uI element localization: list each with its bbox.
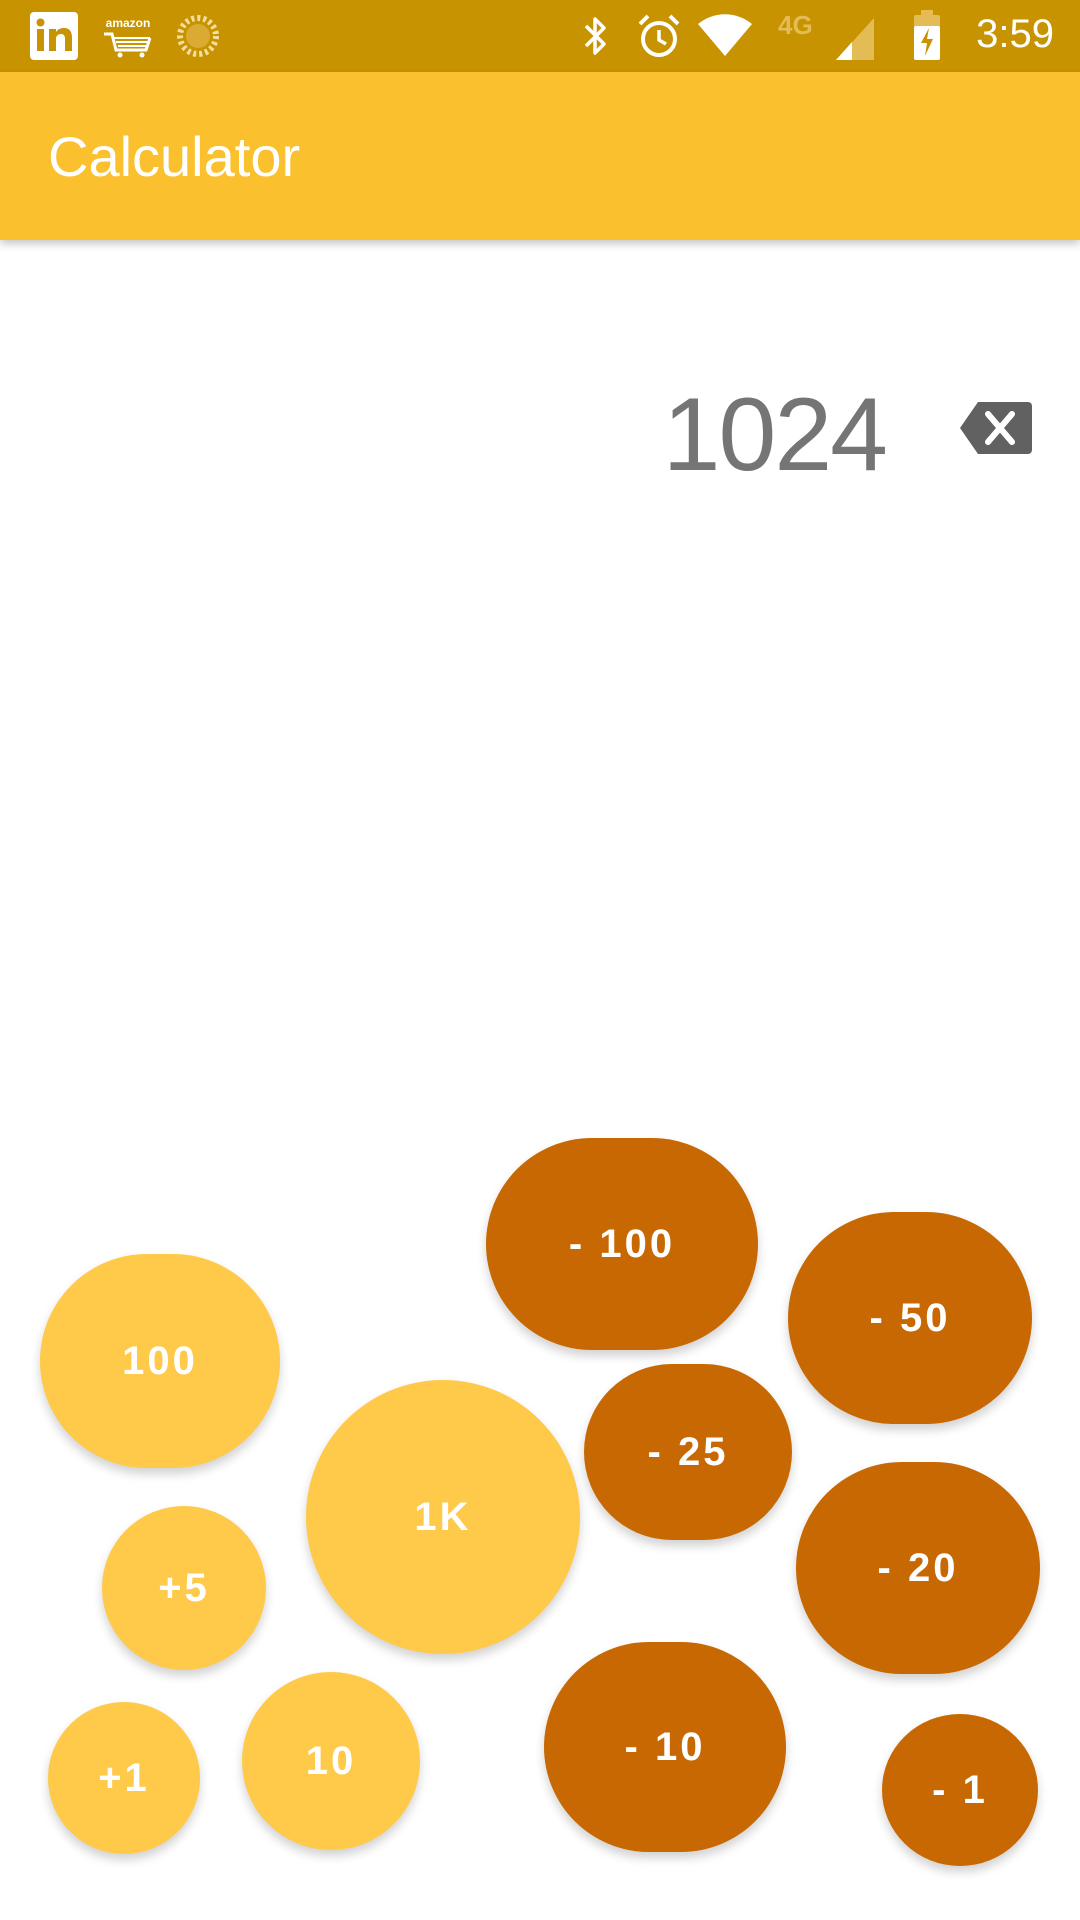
add-1-button[interactable]: +1 (48, 1702, 200, 1854)
subtract-25-button[interactable]: - 25 (584, 1364, 792, 1540)
amazon-label: amazon (105, 16, 151, 30)
wifi-icon (698, 14, 752, 56)
linkedin-icon (30, 12, 78, 60)
status-bar: amazon 4G 3:59 (0, 0, 1080, 72)
add-100-button[interactable]: 100 (40, 1254, 280, 1468)
subtract-20-label: - 20 (877, 1545, 959, 1590)
add-5-label: +5 (158, 1565, 210, 1610)
add-100-label: 100 (122, 1338, 198, 1383)
network-label: 4G (778, 10, 813, 40)
backspace-icon (960, 402, 1032, 454)
add-5-button[interactable]: +5 (102, 1506, 266, 1670)
app-title: Calculator (48, 125, 301, 188)
bluetooth-icon (584, 17, 606, 55)
subtract-25-label: - 25 (647, 1429, 729, 1474)
add-1k-button[interactable]: 1K (306, 1380, 580, 1654)
add-10-label: 10 (305, 1738, 357, 1783)
battery-charging-icon (914, 10, 940, 60)
amazon-icon: amazon (102, 16, 154, 60)
loading-icon (177, 15, 219, 57)
subtract-20-button[interactable]: - 20 (796, 1462, 1040, 1674)
subtract-10-label: - 10 (624, 1724, 706, 1769)
alarm-icon (638, 14, 680, 57)
subtract-50-button[interactable]: - 50 (788, 1212, 1032, 1424)
subtract-100-label: - 100 (568, 1221, 676, 1266)
signal-4g-icon: 4G (776, 10, 874, 62)
display-value: 1024 (662, 377, 888, 493)
subtract-50-label: - 50 (869, 1295, 951, 1340)
app-bar: Calculator (0, 72, 1080, 240)
backspace-button[interactable] (958, 398, 1034, 458)
add-1-label: +1 (98, 1755, 150, 1800)
subtract-1-button[interactable]: - 1 (882, 1714, 1038, 1866)
subtract-10-button[interactable]: - 10 (544, 1642, 786, 1852)
status-time: 3:59 (976, 12, 1054, 56)
subtract-100-button[interactable]: - 100 (486, 1138, 758, 1350)
calculator-screen: amazon 4G 3:59 Calculator 1024 100 1K +5… (0, 0, 1080, 1920)
subtract-1-label: - 1 (932, 1767, 988, 1812)
add-1k-label: 1K (414, 1494, 472, 1539)
add-10-button[interactable]: 10 (242, 1672, 420, 1850)
